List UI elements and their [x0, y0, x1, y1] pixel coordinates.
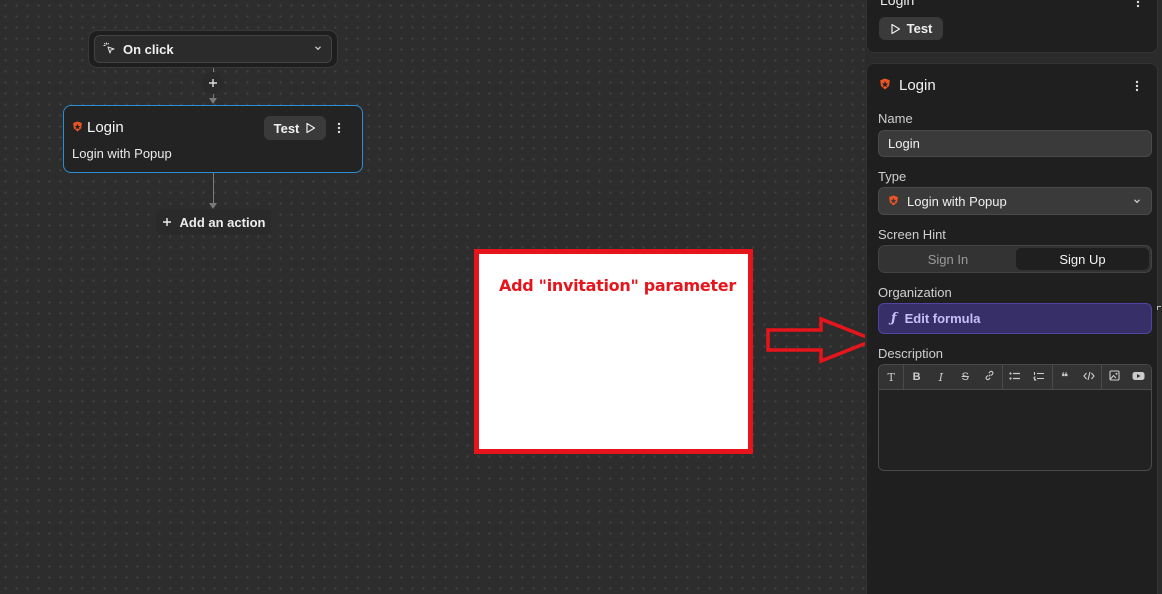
- italic-icon[interactable]: I: [929, 371, 953, 384]
- strikethrough-icon[interactable]: S: [953, 371, 977, 383]
- edit-formula-label: Edit formula: [904, 311, 981, 326]
- chevron-down-icon: [1132, 194, 1142, 209]
- panel-top-card: Login Test: [866, 0, 1158, 53]
- auth0-shield-icon: [888, 194, 899, 209]
- code-icon[interactable]: [1077, 371, 1101, 384]
- login-node-subtitle: Login with Popup: [72, 146, 172, 161]
- plus-icon: [162, 218, 171, 226]
- image-icon[interactable]: [1102, 370, 1126, 384]
- text-style-icon[interactable]: T: [879, 371, 903, 384]
- top-card-test-label: Test: [906, 21, 933, 36]
- type-label: Type: [878, 169, 907, 184]
- resize-handle[interactable]: [1157, 306, 1161, 310]
- main-card-title: Login: [899, 77, 936, 94]
- name-label: Name: [878, 111, 913, 126]
- node-more-button[interactable]: [337, 122, 341, 136]
- kebab-icon: [337, 122, 341, 134]
- type-select[interactable]: Login with Popup: [878, 187, 1152, 215]
- screen-hint-toggle: Sign In Sign Up: [878, 245, 1152, 273]
- main-card-header: Login: [879, 77, 936, 94]
- top-card-test-button[interactable]: Test: [879, 17, 943, 40]
- rich-text-toolbar: T B I S ❝: [879, 364, 1151, 390]
- top-card-more-button[interactable]: [1136, 0, 1140, 10]
- annotation-text: Add "invitation" parameter: [499, 276, 736, 295]
- login-node-title: Login: [87, 119, 124, 136]
- play-icon: [306, 122, 316, 134]
- description-editor[interactable]: T B I S ❝: [878, 364, 1152, 471]
- bold-icon[interactable]: B: [904, 371, 928, 383]
- add-action-label: Add an action: [179, 214, 266, 230]
- kebab-icon: [1135, 80, 1139, 92]
- red-arrow-annotation: [766, 316, 879, 364]
- auth0-shield-icon: [72, 120, 83, 135]
- add-action-button[interactable]: Add an action: [156, 209, 271, 235]
- screen-hint-label: Screen Hint: [878, 227, 946, 242]
- link-icon[interactable]: [977, 370, 1001, 384]
- screen-hint-sign-up[interactable]: Sign Up: [1016, 248, 1149, 270]
- main-card-more-button[interactable]: [1135, 80, 1139, 94]
- kebab-icon: [1136, 0, 1140, 8]
- node-test-button[interactable]: Test: [264, 116, 326, 140]
- connector-line: [213, 173, 214, 204]
- auth0-shield-icon: [879, 78, 891, 93]
- login-action-node[interactable]: Login Test Login with Popup: [63, 105, 363, 173]
- screen-hint-sign-in[interactable]: Sign In: [881, 248, 1015, 270]
- play-icon: [891, 23, 900, 34]
- node-test-label: Test: [273, 120, 300, 136]
- trigger-node[interactable]: On click: [88, 30, 338, 68]
- connector-arrow-icon: [209, 98, 217, 104]
- plus-icon: [209, 79, 217, 87]
- trigger-label: On click: [123, 41, 174, 57]
- trigger-select[interactable]: On click: [94, 35, 332, 63]
- function-icon: ƒ: [891, 311, 897, 326]
- organization-label: Organization: [878, 285, 952, 300]
- pointer-click-icon: [103, 42, 115, 57]
- bullet-list-icon[interactable]: [1003, 371, 1027, 384]
- quote-icon[interactable]: ❝: [1053, 370, 1077, 384]
- description-label: Description: [878, 346, 944, 361]
- top-card-title: Login: [880, 0, 915, 8]
- name-input-value: Login: [888, 136, 920, 151]
- insert-step-button[interactable]: [202, 72, 224, 94]
- edit-formula-button[interactable]: ƒ Edit formula: [878, 303, 1152, 334]
- type-select-value: Login with Popup: [907, 193, 1007, 209]
- annotation-box: Add "invitation" parameter: [474, 249, 753, 454]
- name-input[interactable]: Login: [878, 130, 1152, 157]
- video-icon[interactable]: [1127, 371, 1151, 384]
- chevron-down-icon: [313, 43, 323, 56]
- numbered-list-icon[interactable]: [1027, 371, 1051, 384]
